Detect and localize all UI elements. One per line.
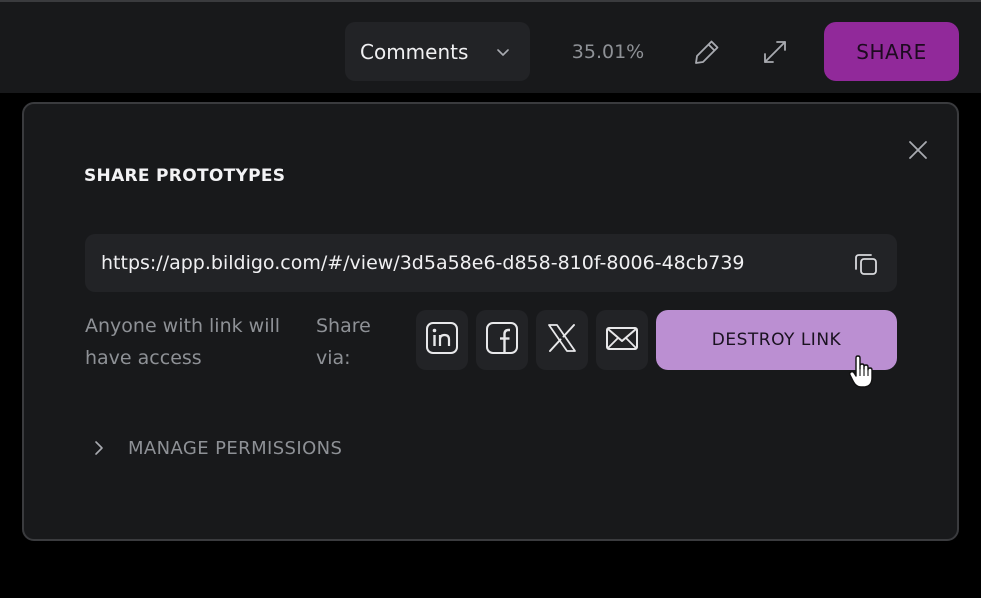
x-share-button[interactable] xyxy=(536,310,588,370)
chevron-right-icon xyxy=(95,441,103,455)
zoom-level[interactable]: 35.01% xyxy=(563,38,653,66)
mode-dropdown-label: Comments xyxy=(360,39,469,64)
share-prototypes-dialog: SHARE PROTOTYPES Anyone with link will h… xyxy=(22,102,959,541)
linkedin-icon xyxy=(423,319,461,361)
email-icon xyxy=(603,319,641,361)
close-icon[interactable] xyxy=(906,138,930,162)
email-share-button[interactable] xyxy=(596,310,648,370)
chevron-down-icon xyxy=(495,44,511,60)
share-link-field xyxy=(85,234,897,292)
share-button[interactable]: SHARE xyxy=(824,22,959,81)
x-twitter-icon xyxy=(543,319,581,361)
copy-icon[interactable] xyxy=(851,249,881,279)
linkedin-share-button[interactable] xyxy=(416,310,468,370)
dialog-title: SHARE PROTOTYPES xyxy=(84,166,286,186)
destroy-link-button[interactable]: DESTROY LINK xyxy=(656,310,897,370)
pencil-icon[interactable] xyxy=(691,36,723,68)
share-via-label: Share via: xyxy=(316,315,371,369)
manage-permissions-toggle[interactable]: MANAGE PERMISSIONS xyxy=(92,432,342,464)
mode-dropdown[interactable]: Comments xyxy=(345,22,530,81)
facebook-icon xyxy=(483,319,521,361)
manage-permissions-label: MANAGE PERMISSIONS xyxy=(128,437,343,459)
access-note: Anyone with link will have access xyxy=(85,315,281,369)
expand-icon[interactable] xyxy=(759,36,791,68)
facebook-share-button[interactable] xyxy=(476,310,528,370)
share-link-input[interactable] xyxy=(101,234,831,292)
top-toolbar: Comments 35.01% SHARE xyxy=(0,0,981,93)
